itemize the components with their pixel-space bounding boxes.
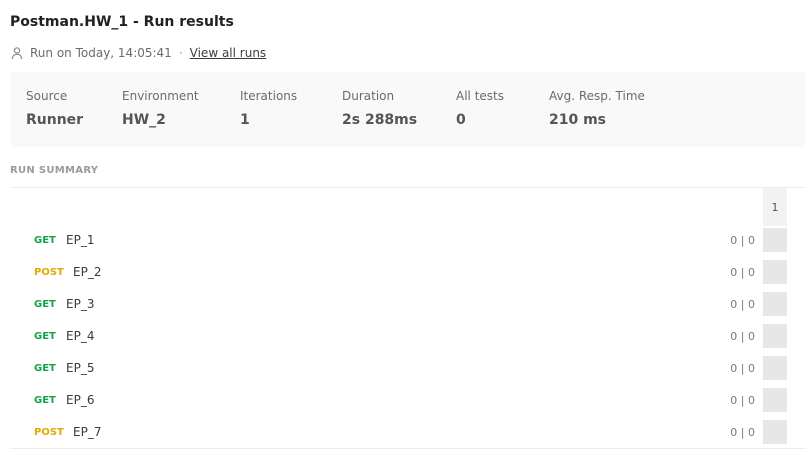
stat-duration: Duration 2s 288ms bbox=[342, 89, 417, 128]
stat-label: Duration bbox=[342, 89, 395, 103]
method-badge: GET bbox=[34, 394, 56, 406]
divider bbox=[10, 187, 806, 188]
method-badge: GET bbox=[34, 330, 56, 342]
separator-dot: · bbox=[178, 46, 183, 60]
run-stats-panel: Source Runner Environment HW_2 Iteration… bbox=[10, 72, 806, 147]
page-title: Postman.HW_1 - Run results bbox=[10, 14, 234, 30]
stat-label: Avg. Resp. Time bbox=[549, 89, 645, 103]
request-row[interactable]: GET EP_5 0 | 0 bbox=[10, 352, 760, 384]
stat-label: Iterations bbox=[240, 89, 298, 103]
stat-label: All tests bbox=[456, 89, 504, 103]
iteration-column: 1 bbox=[763, 188, 787, 448]
stat-label: Source bbox=[26, 89, 68, 103]
request-test-counts: 0 | 0 bbox=[730, 233, 755, 247]
stat-value: Runner bbox=[26, 112, 84, 128]
stat-label: Environment bbox=[122, 89, 199, 103]
request-test-counts: 0 | 0 bbox=[730, 425, 755, 439]
stat-value: 0 bbox=[456, 112, 466, 128]
iteration-cell[interactable] bbox=[763, 228, 787, 252]
request-name: EP_2 bbox=[73, 265, 102, 279]
request-name: EP_7 bbox=[73, 425, 102, 439]
method-badge: GET bbox=[34, 362, 56, 374]
method-badge: GET bbox=[34, 234, 56, 246]
method-badge: GET bbox=[34, 298, 56, 310]
request-name: EP_4 bbox=[66, 329, 95, 343]
request-test-counts: 0 | 0 bbox=[730, 329, 755, 343]
run-timestamp: Run on Today, 14:05:41 bbox=[30, 46, 172, 60]
request-row[interactable]: GET EP_1 0 | 0 bbox=[10, 224, 760, 256]
request-name: EP_1 bbox=[66, 233, 95, 247]
iteration-cell[interactable] bbox=[763, 324, 787, 348]
stat-all-tests: All tests 0 bbox=[456, 89, 504, 128]
request-row[interactable]: GET EP_4 0 | 0 bbox=[10, 320, 760, 352]
request-row[interactable]: POST EP_2 0 | 0 bbox=[10, 256, 760, 288]
run-results-page: Postman.HW_1 - Run results Run on Today,… bbox=[0, 0, 806, 476]
request-test-counts: 0 | 0 bbox=[730, 361, 755, 375]
stat-value: 2s 288ms bbox=[342, 112, 418, 128]
request-test-counts: 0 | 0 bbox=[730, 265, 755, 279]
user-icon bbox=[10, 46, 24, 60]
iteration-cell[interactable] bbox=[763, 356, 787, 380]
stat-source: Source Runner bbox=[26, 89, 83, 128]
iteration-cell[interactable] bbox=[763, 292, 787, 316]
method-badge: POST bbox=[34, 266, 64, 278]
divider bbox=[10, 448, 806, 449]
iteration-cell[interactable] bbox=[763, 388, 787, 412]
run-info: Run on Today, 14:05:41 · View all runs bbox=[10, 44, 266, 62]
request-test-counts: 0 | 0 bbox=[730, 393, 755, 407]
iteration-cell[interactable] bbox=[763, 260, 787, 284]
stat-environment: Environment HW_2 bbox=[122, 89, 199, 128]
stat-avg-resp-time: Avg. Resp. Time 210 ms bbox=[549, 89, 645, 128]
iteration-cell[interactable] bbox=[763, 420, 787, 444]
view-all-runs-link[interactable]: View all runs bbox=[190, 46, 267, 60]
request-row[interactable]: GET EP_3 0 | 0 bbox=[10, 288, 760, 320]
run-summary-heading: RUN SUMMARY bbox=[10, 165, 99, 176]
stat-value: HW_2 bbox=[122, 112, 166, 128]
method-badge: POST bbox=[34, 426, 64, 438]
stat-value: 1 bbox=[240, 112, 250, 128]
request-name: EP_5 bbox=[66, 361, 95, 375]
request-test-counts: 0 | 0 bbox=[730, 297, 755, 311]
request-name: EP_3 bbox=[66, 297, 95, 311]
request-row[interactable]: GET EP_6 0 | 0 bbox=[10, 384, 760, 416]
iteration-header[interactable]: 1 bbox=[763, 188, 787, 226]
stat-iterations: Iterations 1 bbox=[240, 89, 297, 128]
stat-value: 210 ms bbox=[549, 112, 607, 128]
request-row[interactable]: POST EP_7 0 | 0 bbox=[10, 416, 760, 448]
request-name: EP_6 bbox=[66, 393, 95, 407]
